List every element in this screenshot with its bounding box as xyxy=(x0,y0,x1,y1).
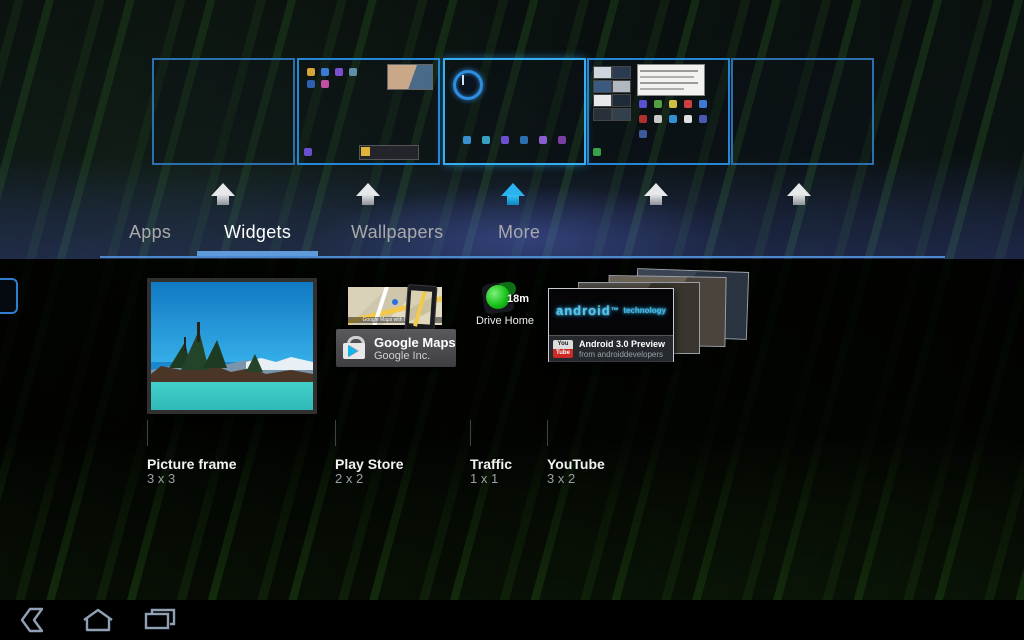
widget-picture-frame[interactable] xyxy=(147,278,317,414)
screen-arrow-1[interactable] xyxy=(208,183,238,207)
screen-arrow-5[interactable] xyxy=(784,183,814,207)
play-store-app-publisher: Google Inc. xyxy=(374,350,430,362)
mini-app-icon xyxy=(307,80,315,88)
video-subtitle: from androiddevelopers xyxy=(579,350,663,359)
recent-apps-button[interactable] xyxy=(138,606,182,634)
mini-app-icon xyxy=(669,100,677,108)
play-store-icon xyxy=(343,336,367,360)
mini-app-icon xyxy=(539,136,547,144)
home-screen-preview-2[interactable] xyxy=(297,58,440,165)
widget-size-play-store: 2 x 2 xyxy=(335,471,363,486)
mini-app-icon xyxy=(699,115,707,123)
home-screen-preview-3-current[interactable] xyxy=(443,58,586,165)
home-screen-preview-4[interactable] xyxy=(587,58,730,165)
tab-more[interactable]: More xyxy=(498,222,540,243)
mini-bookmark xyxy=(612,94,631,107)
back-icon xyxy=(14,606,58,634)
mini-app-icon xyxy=(349,68,357,76)
mini-app-icon xyxy=(482,136,490,144)
mini-app-icon xyxy=(639,115,647,123)
mini-bookmark xyxy=(593,66,612,79)
widget-size-picture-frame: 3 x 3 xyxy=(147,471,175,486)
mini-email-widget xyxy=(637,64,705,96)
widget-play-store[interactable]: Google Maps with Navigation Google Maps … xyxy=(336,283,456,367)
home-button[interactable] xyxy=(76,606,120,634)
mini-app-icon xyxy=(304,148,312,156)
screen-arrow-4[interactable] xyxy=(641,183,671,207)
mini-app-icon xyxy=(520,136,528,144)
mini-app-icon xyxy=(321,80,329,88)
traffic-eta-badge: 18m xyxy=(507,293,529,305)
mini-clock-hand xyxy=(462,75,464,85)
widget-name-picture-frame: Picture frame xyxy=(147,456,236,472)
widget-cell-divider xyxy=(470,420,471,446)
youtube-logo-icon: YouTube xyxy=(553,340,573,358)
mini-app-icon xyxy=(669,115,677,123)
mini-app-icon xyxy=(558,136,566,144)
mini-email-line xyxy=(640,88,684,90)
phone-promo-image xyxy=(404,284,437,332)
mini-app-icon xyxy=(654,115,662,123)
home-screen-preview-5[interactable] xyxy=(731,58,874,165)
traffic-route-label: Drive Home xyxy=(470,315,540,327)
mini-email-line xyxy=(640,70,698,72)
widget-cell-divider xyxy=(335,420,336,446)
recent-apps-icon xyxy=(138,606,182,634)
tab-strip-line xyxy=(100,256,945,258)
picture-frame-preview xyxy=(151,282,313,410)
mini-email-line xyxy=(640,76,694,78)
widget-size-traffic: 1 x 1 xyxy=(470,471,498,486)
play-store-info-bar: Google Maps Google Inc. xyxy=(336,329,456,367)
home-icon xyxy=(76,606,120,634)
previous-page-widget-hint[interactable] xyxy=(0,278,18,314)
widget-traffic[interactable]: 18m Drive Home xyxy=(470,280,540,330)
mini-bookmark xyxy=(612,66,631,79)
youtube-front-video: android™ technology YouTube Android 3.0 … xyxy=(548,288,674,362)
mini-app-icon xyxy=(639,100,647,108)
mini-music-art xyxy=(361,147,370,156)
video-thumbnail-text: android™ technology xyxy=(549,303,673,318)
mini-app-icon xyxy=(593,148,601,156)
mini-app-icon xyxy=(654,100,662,108)
widget-cell-divider xyxy=(147,420,148,446)
widget-name-traffic: Traffic xyxy=(470,456,512,472)
mini-bookmark xyxy=(593,94,612,107)
system-bar: 22:32 xyxy=(0,600,1024,640)
mini-app-icon xyxy=(684,115,692,123)
screen-arrow-2[interactable] xyxy=(353,183,383,207)
widget-cell-divider xyxy=(547,420,548,446)
mini-app-icon xyxy=(699,100,707,108)
widget-size-youtube: 3 x 2 xyxy=(547,471,575,486)
mini-bookmark xyxy=(593,80,612,93)
mini-email-line xyxy=(640,82,698,84)
screen-arrow-3-selected[interactable] xyxy=(498,183,528,207)
mini-app-icon xyxy=(501,136,509,144)
mini-bookmark xyxy=(612,108,631,121)
mini-app-icon xyxy=(684,100,692,108)
android-honeycomb-widget-picker: Apps Widgets Wallpapers More xyxy=(0,0,1024,640)
mini-app-icon xyxy=(335,68,343,76)
video-title: Android 3.0 Preview xyxy=(579,339,665,349)
play-store-app-title: Google Maps xyxy=(374,335,456,350)
widget-name-play-store: Play Store xyxy=(335,456,403,472)
widget-name-youtube: YouTube xyxy=(547,456,605,472)
mini-app-icon xyxy=(307,68,315,76)
mini-app-icon xyxy=(321,68,329,76)
home-screen-preview-1[interactable] xyxy=(152,58,295,165)
mini-app-icon xyxy=(463,136,471,144)
mini-bookmark xyxy=(612,80,631,93)
tab-apps[interactable]: Apps xyxy=(129,222,171,243)
selected-tab-glow xyxy=(300,150,860,260)
mini-video-widget xyxy=(387,64,433,90)
mini-bookmark xyxy=(593,108,612,121)
mini-clock-widget xyxy=(453,70,483,100)
tab-wallpapers[interactable]: Wallpapers xyxy=(351,222,443,243)
tab-widgets[interactable]: Widgets xyxy=(224,222,291,243)
back-button[interactable] xyxy=(14,606,58,634)
mini-app-icon xyxy=(639,130,647,138)
widget-youtube[interactable]: android™ technology YouTube Android 3.0 … xyxy=(548,266,718,366)
